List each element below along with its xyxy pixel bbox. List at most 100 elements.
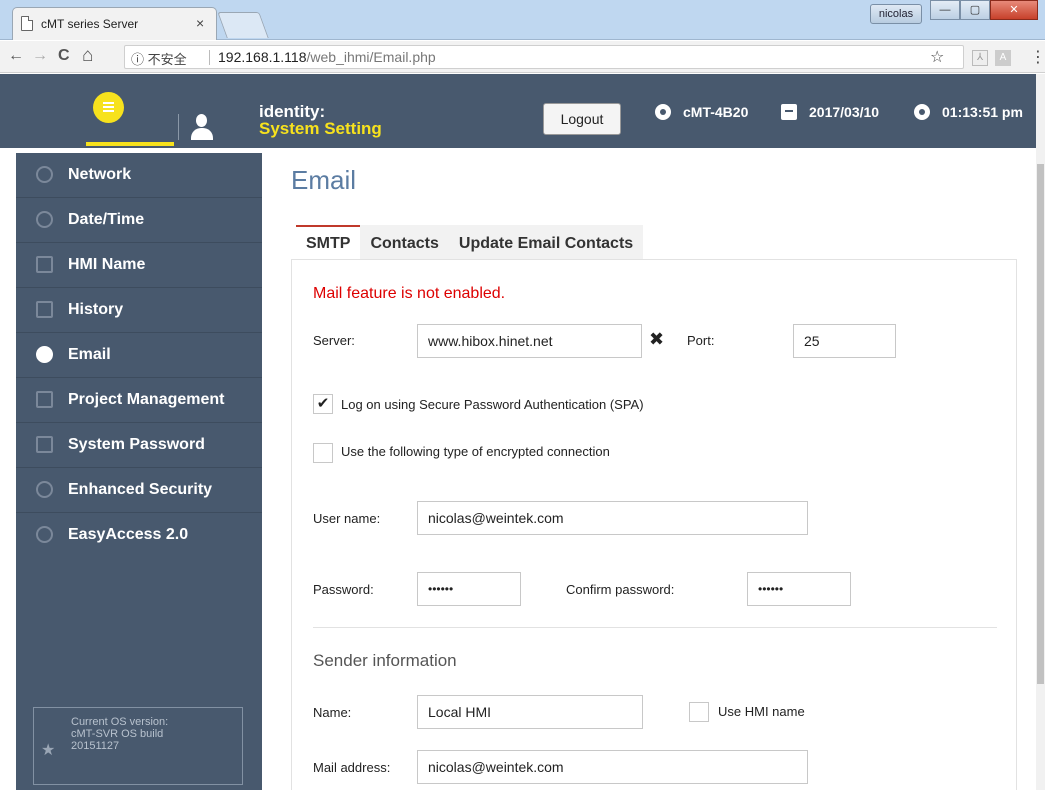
sidebar-item-label: Email bbox=[68, 346, 111, 363]
sidebar-item-label: Project Management bbox=[68, 391, 225, 408]
device-name-display: cMT-4B20 bbox=[655, 104, 748, 120]
sidebar-item-label: System Password bbox=[68, 436, 205, 453]
mail-address-label: Mail address: bbox=[313, 760, 391, 775]
tag-icon bbox=[655, 104, 671, 120]
sidebar-item-network[interactable]: Network bbox=[16, 153, 262, 198]
forward-icon[interactable]: → bbox=[32, 47, 48, 65]
close-window-button[interactable]: ✕ bbox=[990, 0, 1038, 20]
star-icon: ★ bbox=[41, 742, 56, 759]
window-controls: — ▢ ✕ bbox=[930, 0, 1038, 20]
browser-address-bar: ← → C ⌂ ⓘ 不安全 192.168.1.118/web_ihmi/Ema… bbox=[0, 41, 1045, 73]
sidebar-item-label: Enhanced Security bbox=[68, 481, 213, 498]
browser-tab[interactable]: cMT series Server × bbox=[12, 7, 217, 40]
logout-button[interactable]: Logout bbox=[543, 103, 621, 135]
os-version-line: cMT-SVR OS build bbox=[71, 728, 164, 740]
use-hmi-name-label: Use HMI name bbox=[718, 704, 805, 719]
pencil-icon bbox=[36, 256, 53, 273]
tab-title: cMT series Server bbox=[41, 17, 139, 31]
page-scrollbar[interactable] bbox=[1036, 74, 1045, 790]
port-label: Port: bbox=[687, 333, 715, 348]
time-display: 01:13:51 pm bbox=[914, 104, 1023, 120]
sidebar-item-label: Network bbox=[68, 166, 132, 183]
tab-close-icon[interactable]: × bbox=[196, 15, 204, 31]
tab-update-email-contacts[interactable]: Update Email Contacts bbox=[448, 225, 644, 259]
header-divider bbox=[178, 114, 179, 140]
identity-label: identity: bbox=[259, 102, 326, 121]
extension-a-icon[interactable]: A bbox=[995, 50, 1011, 66]
server-input[interactable]: www.hibox.hinet.net bbox=[417, 324, 642, 358]
clock-icon bbox=[36, 211, 53, 228]
sidebar-item-system-password[interactable]: System Password bbox=[16, 423, 262, 468]
spa-checkbox[interactable]: ✔ bbox=[313, 394, 333, 414]
date-display: 2017/03/10 bbox=[781, 104, 879, 120]
document-icon bbox=[36, 301, 53, 318]
username-label: User name: bbox=[313, 511, 381, 526]
hamburger-icon[interactable] bbox=[93, 92, 124, 123]
sidebar-item-label: Date/Time bbox=[68, 211, 145, 228]
password-input[interactable]: •••••• bbox=[417, 572, 521, 606]
page-title: Email bbox=[291, 165, 357, 195]
use-hmi-name-checkbox[interactable] bbox=[689, 702, 709, 722]
device-name: cMT-4B20 bbox=[683, 104, 749, 120]
confirm-password-label: Confirm password: bbox=[566, 582, 675, 597]
main-menu-tab[interactable] bbox=[86, 74, 174, 148]
sidebar-item-enhanced-security[interactable]: Enhanced Security bbox=[16, 468, 262, 513]
date-text: 2017/03/10 bbox=[809, 104, 880, 120]
users-icon bbox=[36, 481, 53, 498]
url-host: 192.168.1.118 bbox=[218, 49, 307, 65]
username-input[interactable]: nicolas@weintek.com bbox=[417, 501, 808, 535]
scrollbar-thumb[interactable] bbox=[1037, 164, 1044, 684]
tab-smtp[interactable]: SMTP bbox=[296, 225, 361, 259]
confirm-password-input[interactable]: •••••• bbox=[747, 572, 851, 606]
time-text: 01:13:51 pm bbox=[942, 104, 1023, 120]
server-label: Server: bbox=[313, 333, 355, 348]
omnibox-divider bbox=[209, 50, 210, 65]
reload-icon[interactable]: C bbox=[58, 47, 70, 65]
tab-contacts[interactable]: Contacts bbox=[360, 225, 449, 259]
profile-badge[interactable]: nicolas bbox=[870, 4, 922, 24]
browser-menu-icon[interactable]: ⋮ bbox=[1030, 47, 1045, 67]
sender-name-label: Name: bbox=[313, 705, 352, 720]
spa-label: Log on using Secure Password Authenticat… bbox=[341, 397, 644, 412]
mail-address-input[interactable]: nicolas@weintek.com bbox=[417, 750, 808, 784]
sender-name-input[interactable]: Local HMI bbox=[417, 695, 643, 729]
user-icon[interactable] bbox=[190, 114, 214, 142]
port-input[interactable]: 25 bbox=[793, 324, 896, 358]
extension-icon[interactable]: ⅄ bbox=[972, 50, 988, 66]
browser-tab-bar: cMT series Server × nicolas — ▢ ✕ bbox=[0, 0, 1045, 40]
sidebar: Network Date/Time HMI Name History Email… bbox=[16, 153, 262, 790]
lock-icon bbox=[36, 436, 53, 453]
home-icon[interactable]: ⌂ bbox=[82, 45, 93, 67]
sidebar-item-easyaccess[interactable]: EasyAccess 2.0 bbox=[16, 513, 262, 558]
email-tabs: SMTP Contacts Update Email Contacts bbox=[296, 225, 644, 259]
sidebar-item-label: HMI Name bbox=[68, 256, 146, 273]
app-header: identity: System Setting Logout cMT-4B20… bbox=[0, 74, 1045, 148]
minimize-button[interactable]: — bbox=[930, 0, 960, 20]
project-icon bbox=[36, 391, 53, 408]
password-label: Password: bbox=[313, 582, 374, 597]
url-input[interactable]: ⓘ 不安全 192.168.1.118/web_ihmi/Email.php bbox=[124, 45, 964, 69]
ip-icon bbox=[36, 166, 53, 183]
bookmark-star-icon[interactable]: ☆ bbox=[930, 47, 944, 67]
url-text: 192.168.1.118/web_ihmi/Email.php bbox=[218, 49, 436, 65]
os-version-box: ★ Current OS version: cMT-SVR OS build 2… bbox=[33, 707, 243, 785]
calendar-icon bbox=[781, 104, 797, 120]
sidebar-item-hmi-name[interactable]: HMI Name bbox=[16, 243, 262, 288]
sidebar-item-history[interactable]: History bbox=[16, 288, 262, 333]
email-user-icon bbox=[36, 346, 53, 363]
section-divider bbox=[313, 627, 997, 628]
back-icon[interactable]: ← bbox=[8, 47, 24, 65]
sidebar-item-datetime[interactable]: Date/Time bbox=[16, 198, 262, 243]
security-indicator[interactable]: ⓘ 不安全 bbox=[131, 49, 187, 68]
encryption-checkbox[interactable] bbox=[313, 443, 333, 463]
page-icon bbox=[21, 16, 33, 31]
clear-server-icon[interactable]: ✖ bbox=[649, 329, 664, 350]
new-tab-button[interactable] bbox=[217, 12, 269, 38]
sidebar-item-label: History bbox=[68, 301, 124, 318]
sidebar-item-email[interactable]: Email bbox=[16, 333, 262, 378]
maximize-button[interactable]: ▢ bbox=[960, 0, 990, 20]
sidebar-item-project-management[interactable]: Project Management bbox=[16, 378, 262, 423]
sidebar-item-label: EasyAccess 2.0 bbox=[68, 526, 189, 543]
active-tab-indicator bbox=[86, 142, 174, 146]
mail-disabled-warning: Mail feature is not enabled. bbox=[313, 285, 506, 302]
